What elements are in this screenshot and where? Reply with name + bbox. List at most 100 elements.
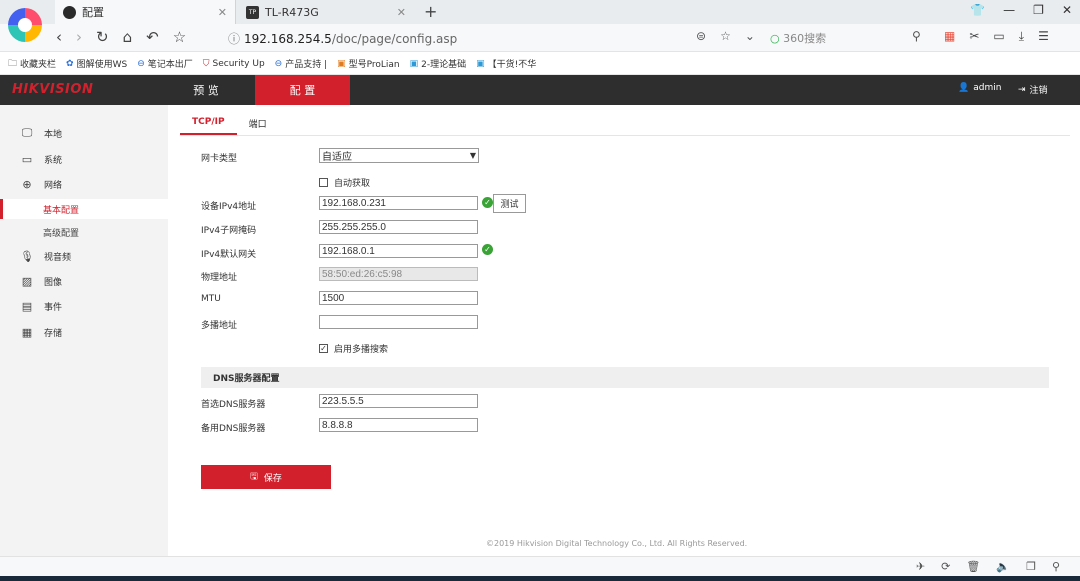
back-icon[interactable]: ‹ xyxy=(56,28,62,46)
tab-config[interactable]: 配置 ✕ xyxy=(55,0,236,24)
speaker-icon[interactable]: 🔈 xyxy=(996,560,1010,573)
dns2-label: 备用DNS服务器 xyxy=(201,424,266,434)
audio-video-icon: 🎙 xyxy=(20,249,34,263)
compat-icon[interactable]: ⊜ xyxy=(696,29,706,43)
bookmark-label: 收藏夹栏 xyxy=(20,60,57,70)
tab-label: 配置 xyxy=(82,6,104,19)
bookmark-icon: ▣ xyxy=(337,58,346,69)
sidebar-item-network[interactable]: ⊕ 网络 xyxy=(0,173,168,195)
logout-button[interactable]: ⇥ 注销 xyxy=(1018,83,1048,97)
save-button[interactable]: 🖫 保存 xyxy=(201,465,331,489)
star-icon[interactable]: ☆ xyxy=(173,28,186,46)
sidebar-item-storage[interactable]: ▦ 存储 xyxy=(0,321,168,343)
bookmark-item[interactable]: ▣ 型号ProLian xyxy=(337,57,400,71)
bookmark-item[interactable]: ⊖ 产品支持 | xyxy=(274,57,327,71)
image-icon: ▨ xyxy=(21,274,33,288)
new-tab-plus-icon[interactable]: + xyxy=(424,2,437,21)
battery-icon[interactable]: ▭ xyxy=(993,29,1004,44)
bookmark-icon: ✿ xyxy=(66,58,74,69)
tab-port[interactable]: 端口 xyxy=(237,117,279,135)
search-box[interactable]: ○ 360搜索 xyxy=(770,30,826,46)
ipv4-input[interactable] xyxy=(319,196,478,210)
reload-icon[interactable]: ↻ xyxy=(96,28,109,46)
system-icon: ▭ xyxy=(21,152,33,166)
gateway-label: IPv4默认网关 xyxy=(201,250,257,260)
save-label: 保存 xyxy=(263,472,282,483)
undo-icon[interactable]: ↶ xyxy=(146,28,159,46)
url-field[interactable]: ⓘ 192.168.254.5/doc/page/config.asp xyxy=(228,30,457,47)
mac-input xyxy=(319,267,478,281)
sidebar-item-label: 事件 xyxy=(44,302,63,313)
logout-label: 注销 xyxy=(1029,86,1048,96)
bookmark-label: 型号ProLian xyxy=(348,60,400,70)
multicast-search-checkbox[interactable]: ✓ 启用多播搜索 xyxy=(319,342,388,355)
nav-config[interactable]: 配 置 xyxy=(255,75,350,105)
globe-icon: ⊕ xyxy=(22,177,32,191)
favorite-icon[interactable]: ☆ xyxy=(720,29,731,43)
bookmark-icon: ⊖ xyxy=(137,58,145,69)
sidebar-item-label: 网络 xyxy=(44,180,63,191)
apps-grid-icon[interactable]: ▦ xyxy=(944,29,955,44)
tab-tl-r473g[interactable]: TP TL-R473G ✕ xyxy=(238,0,414,24)
sidebar-item-local[interactable]: 🖵 本地 xyxy=(0,122,168,144)
scissors-icon[interactable]: ✂ xyxy=(969,29,979,44)
close-icon[interactable]: ✕ xyxy=(397,6,406,19)
menu-icon[interactable]: ☰ xyxy=(1038,29,1049,44)
gateway-input[interactable] xyxy=(319,244,478,258)
restore-icon[interactable]: ❐ xyxy=(1033,3,1044,17)
bookmark-label: 图解使用WS xyxy=(76,60,128,70)
refresh-icon[interactable]: ⟳ xyxy=(941,560,950,573)
subnet-mask-input[interactable] xyxy=(319,220,478,234)
bookmark-label: 笔记本出厂 xyxy=(147,60,193,70)
user-menu[interactable]: 👤 admin xyxy=(958,83,1001,93)
window-icon[interactable]: ❐ xyxy=(1026,560,1036,573)
download-icon[interactable]: ⤓ xyxy=(1019,29,1024,44)
home-icon[interactable]: ⌂ xyxy=(123,28,133,46)
mtu-input[interactable] xyxy=(319,291,478,305)
url-host: 192.168.254.5 xyxy=(244,32,332,46)
close-window-icon[interactable]: ✕ xyxy=(1062,3,1072,17)
bookmark-item[interactable]: ✿ 图解使用WS xyxy=(66,57,128,71)
bookmark-icon: ⊖ xyxy=(274,58,283,69)
hikvision-logo: HIKVISION xyxy=(12,82,94,97)
browser-logo-icon[interactable] xyxy=(8,8,42,42)
browser-tab-bar: 配置 ✕ TP TL-R473G ✕ + 👕 — ❐ ✕ xyxy=(0,0,1080,24)
check-ok-icon: ✓ xyxy=(482,244,493,255)
multicast-search-label: 启用多播搜索 xyxy=(334,345,389,355)
rocket-icon[interactable]: ✈ xyxy=(916,560,925,573)
sidebar-item-image[interactable]: ▨ 图像 xyxy=(0,270,168,292)
multicast-input[interactable] xyxy=(319,315,478,329)
info-icon: ⓘ xyxy=(228,32,241,46)
search-icon[interactable]: ⚲ xyxy=(912,29,921,43)
chevron-down-icon[interactable]: ⌄ xyxy=(745,29,755,43)
shirt-skin-icon[interactable]: 👕 xyxy=(970,3,985,17)
bookmark-item[interactable]: ⛉ Security Up xyxy=(203,59,265,69)
minimize-icon[interactable]: — xyxy=(1003,3,1015,17)
sidebar-item-system[interactable]: ▭ 系统 xyxy=(0,148,168,170)
sidebar-item-event[interactable]: ▤ 事件 xyxy=(0,295,168,317)
address-bar: ‹ › ↻ ⌂ ↶ ☆ ⓘ 192.168.254.5/doc/page/conf… xyxy=(0,24,1080,52)
trash-icon[interactable]: 🗑 xyxy=(966,560,980,573)
tab-tcpip[interactable]: TCP/IP xyxy=(180,117,237,135)
forward-icon[interactable]: › xyxy=(76,28,82,46)
dns2-input[interactable] xyxy=(319,418,478,432)
dhcp-checkbox[interactable]: 自动获取 xyxy=(319,176,370,189)
dns1-input[interactable] xyxy=(319,394,478,408)
sidebar-item-label: 视音频 xyxy=(44,252,72,263)
close-icon[interactable]: ✕ xyxy=(218,6,227,19)
sidebar-item-audio-video[interactable]: 🎙 视音频 xyxy=(0,245,168,267)
test-button[interactable]: 测试 xyxy=(493,194,526,213)
sidebar-item-label: 存储 xyxy=(44,328,63,339)
sidebar-subitem-advanced-config[interactable]: 高级配置 xyxy=(0,222,168,242)
nic-type-select[interactable]: 自适应 ▼ xyxy=(319,148,479,163)
bookmark-item[interactable]: ▣ 【干货!不华 xyxy=(476,57,536,71)
bookmark-item[interactable]: ▣ 2-理论基础 xyxy=(410,57,467,71)
mac-label: 物理地址 xyxy=(201,273,238,283)
bookmark-item[interactable]: 🗀 收藏夹栏 xyxy=(8,56,56,72)
bookmark-item[interactable]: ⊖ 笔记本出厂 xyxy=(137,57,193,71)
zoom-icon[interactable]: ⚲ xyxy=(1052,560,1060,573)
hikvision-favicon-icon xyxy=(63,5,76,19)
nav-preview[interactable]: 预 览 xyxy=(158,75,254,105)
sidebar-subitem-basic-config[interactable]: 基本配置 xyxy=(0,199,168,219)
multicast-label: 多播地址 xyxy=(201,321,238,331)
